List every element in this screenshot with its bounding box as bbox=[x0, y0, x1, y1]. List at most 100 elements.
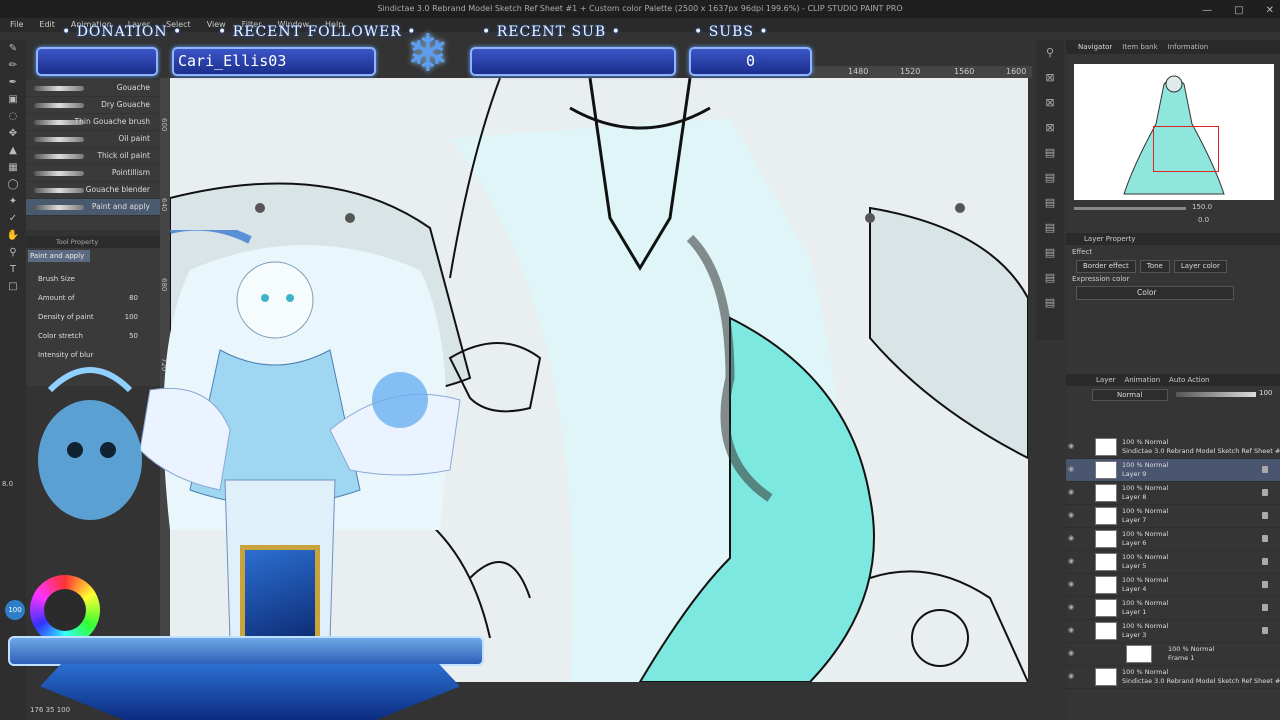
wand-tool-icon[interactable]: ✦ bbox=[0, 193, 26, 210]
tone-button[interactable]: Tone bbox=[1139, 260, 1170, 273]
color-wheel[interactable] bbox=[30, 575, 100, 645]
brush-preview bbox=[34, 205, 84, 210]
tab-information[interactable]: Information bbox=[1168, 40, 1209, 54]
layer-row[interactable]: ◉ 100 % Normal Layer 7 bbox=[1066, 505, 1280, 528]
crop-icon[interactable]: ▤ bbox=[1036, 290, 1064, 315]
layer-thumbnail bbox=[1095, 599, 1117, 617]
layer-row[interactable]: ◉ 100 % Normal Layer 6 bbox=[1066, 528, 1280, 551]
layer-row[interactable]: ◉ 100 % Normal Layer 1 bbox=[1066, 597, 1280, 620]
menu-edit[interactable]: Edit bbox=[39, 18, 55, 32]
layer-opacity-slider[interactable] bbox=[1176, 392, 1256, 397]
layer-row[interactable]: ◉ 100 % Normal Layer 8 bbox=[1066, 482, 1280, 505]
visibility-eye-icon[interactable]: ◉ bbox=[1068, 442, 1074, 450]
layer-name: Layer 5 bbox=[1122, 562, 1147, 570]
layer-row[interactable]: ◉ 100 % Normal Sindictae 3.0 Rebrand Model… bbox=[1066, 666, 1280, 689]
select-all-icon[interactable]: ▤ bbox=[1036, 215, 1064, 240]
ruler-tick: 1520 bbox=[900, 67, 921, 76]
tab-auto-action[interactable]: Auto Action bbox=[1169, 376, 1209, 384]
lock-icon[interactable] bbox=[1262, 627, 1268, 634]
expression-color-select[interactable]: Color bbox=[1076, 286, 1234, 300]
brush-name: Gouache bbox=[116, 83, 150, 92]
brush-item[interactable]: Gouache blender bbox=[26, 182, 160, 199]
visibility-eye-icon[interactable]: ◉ bbox=[1068, 672, 1074, 680]
lock-icon[interactable] bbox=[1262, 466, 1268, 473]
copy-icon[interactable]: ▤ bbox=[1036, 140, 1064, 165]
zoom-slider[interactable] bbox=[1074, 207, 1186, 210]
lock-icon[interactable] bbox=[1262, 558, 1268, 565]
navigator-viewport-frame[interactable] bbox=[1153, 126, 1219, 172]
zoom-tool-icon[interactable]: ⚲ bbox=[0, 244, 26, 261]
brush-item[interactable]: Gouache bbox=[26, 80, 160, 97]
visibility-eye-icon[interactable]: ◉ bbox=[1068, 557, 1074, 565]
pencil-tool-icon[interactable]: ✏ bbox=[0, 57, 26, 74]
close-panel-icon[interactable]: ⊠ bbox=[1036, 65, 1064, 90]
transform-icon[interactable]: ▤ bbox=[1036, 190, 1064, 215]
brush-preview bbox=[34, 137, 84, 142]
eyedropper-tool-icon[interactable]: ✓ bbox=[0, 210, 26, 227]
layer-thumbnail bbox=[1095, 668, 1117, 686]
cut-icon[interactable]: ⊠ bbox=[1036, 115, 1064, 140]
layer-mode: 100 % Normal bbox=[1122, 668, 1169, 676]
lock-icon[interactable] bbox=[1262, 535, 1268, 542]
blend-tool-icon[interactable]: ◌ bbox=[0, 108, 26, 125]
visibility-eye-icon[interactable]: ◉ bbox=[1068, 649, 1074, 657]
layer-color-button[interactable]: Layer color bbox=[1173, 260, 1227, 273]
brush-item[interactable]: Oil paint bbox=[26, 131, 160, 148]
prop-label: Brush Size bbox=[38, 275, 75, 283]
visibility-eye-icon[interactable]: ◉ bbox=[1068, 603, 1074, 611]
brush-preview bbox=[34, 171, 84, 176]
paste-icon[interactable]: ▤ bbox=[1036, 165, 1064, 190]
tab-layer[interactable]: Layer bbox=[1096, 376, 1116, 384]
gradient-tool-icon[interactable]: ▦ bbox=[0, 159, 26, 176]
layer-row[interactable]: ◉ 100 % Normal Layer 9 bbox=[1066, 459, 1280, 482]
lock-icon[interactable] bbox=[1262, 489, 1268, 496]
search-icon[interactable]: ⚲ bbox=[1036, 40, 1064, 65]
pen-tool-icon[interactable]: ✎ bbox=[0, 40, 26, 57]
lock-icon[interactable] bbox=[1262, 604, 1268, 611]
navigator-preview[interactable] bbox=[1074, 64, 1274, 200]
layer-row[interactable]: ◉ 100 % Normal Frame 1 bbox=[1066, 643, 1280, 666]
eraser-tool-icon[interactable]: ▣ bbox=[0, 91, 26, 108]
brush-item[interactable]: Dry Gouache bbox=[26, 97, 160, 114]
layer-thumbnail bbox=[1095, 461, 1117, 479]
clear-icon[interactable]: ⊠ bbox=[1036, 90, 1064, 115]
layer-row[interactable]: ◉ 100 % Normal Sindictae 3.0 Rebrand Model… bbox=[1066, 436, 1280, 459]
lock-icon[interactable] bbox=[1262, 581, 1268, 588]
brush-item[interactable]: Thick oil paint bbox=[26, 148, 160, 165]
donation-box bbox=[36, 47, 158, 76]
visibility-eye-icon[interactable]: ◉ bbox=[1068, 534, 1074, 542]
visibility-eye-icon[interactable]: ◉ bbox=[1068, 465, 1074, 473]
brush-item[interactable]: Thin Gouache brush bbox=[26, 114, 160, 131]
invert-selection-icon[interactable]: ▤ bbox=[1036, 265, 1064, 290]
navigator-controls: 150.0 0.0 bbox=[1066, 202, 1280, 228]
text-tool-icon[interactable]: T bbox=[0, 261, 26, 278]
visibility-eye-icon[interactable]: ◉ bbox=[1068, 580, 1074, 588]
border-effect-button[interactable]: Border effect bbox=[1076, 260, 1136, 273]
shape-tool-icon[interactable]: □ bbox=[0, 278, 26, 295]
layer-row[interactable]: ◉ 100 % Normal Layer 5 bbox=[1066, 551, 1280, 574]
navigator-tabs: Navigator Item bank Information bbox=[1066, 40, 1280, 54]
visibility-eye-icon[interactable]: ◉ bbox=[1068, 511, 1074, 519]
hand-tool-icon[interactable]: ✋ bbox=[0, 227, 26, 244]
layer-row[interactable]: ◉ 100 % Normal Layer 4 bbox=[1066, 574, 1280, 597]
tab-animation[interactable]: Animation bbox=[1124, 376, 1160, 384]
layer-row[interactable]: ◉ 100 % Normal Layer 3 bbox=[1066, 620, 1280, 643]
lasso-tool-icon[interactable]: ◯ bbox=[0, 176, 26, 193]
visibility-eye-icon[interactable]: ◉ bbox=[1068, 488, 1074, 496]
fill-tool-icon[interactable]: ▲ bbox=[0, 142, 26, 159]
brush-item[interactable]: Pointillism bbox=[26, 165, 160, 182]
menu-file[interactable]: File bbox=[10, 18, 23, 32]
prop-label: Color stretch bbox=[38, 332, 83, 340]
tab-navigator[interactable]: Navigator bbox=[1078, 40, 1112, 54]
deselect-icon[interactable]: ▤ bbox=[1036, 240, 1064, 265]
layer-name: Layer 3 bbox=[1122, 631, 1147, 639]
brush-tool-icon[interactable]: ✒ bbox=[0, 74, 26, 91]
lock-icon[interactable] bbox=[1262, 512, 1268, 519]
tab-item-bank[interactable]: Item bank bbox=[1122, 40, 1157, 54]
brush-item-selected[interactable]: Paint and apply bbox=[26, 199, 160, 216]
opacity-readout[interactable]: 100 bbox=[5, 600, 25, 620]
move-tool-icon[interactable]: ✥ bbox=[0, 125, 26, 142]
blend-mode-select[interactable]: Normal bbox=[1092, 389, 1168, 401]
layer-thumbnail bbox=[1095, 622, 1117, 640]
visibility-eye-icon[interactable]: ◉ bbox=[1068, 626, 1074, 634]
